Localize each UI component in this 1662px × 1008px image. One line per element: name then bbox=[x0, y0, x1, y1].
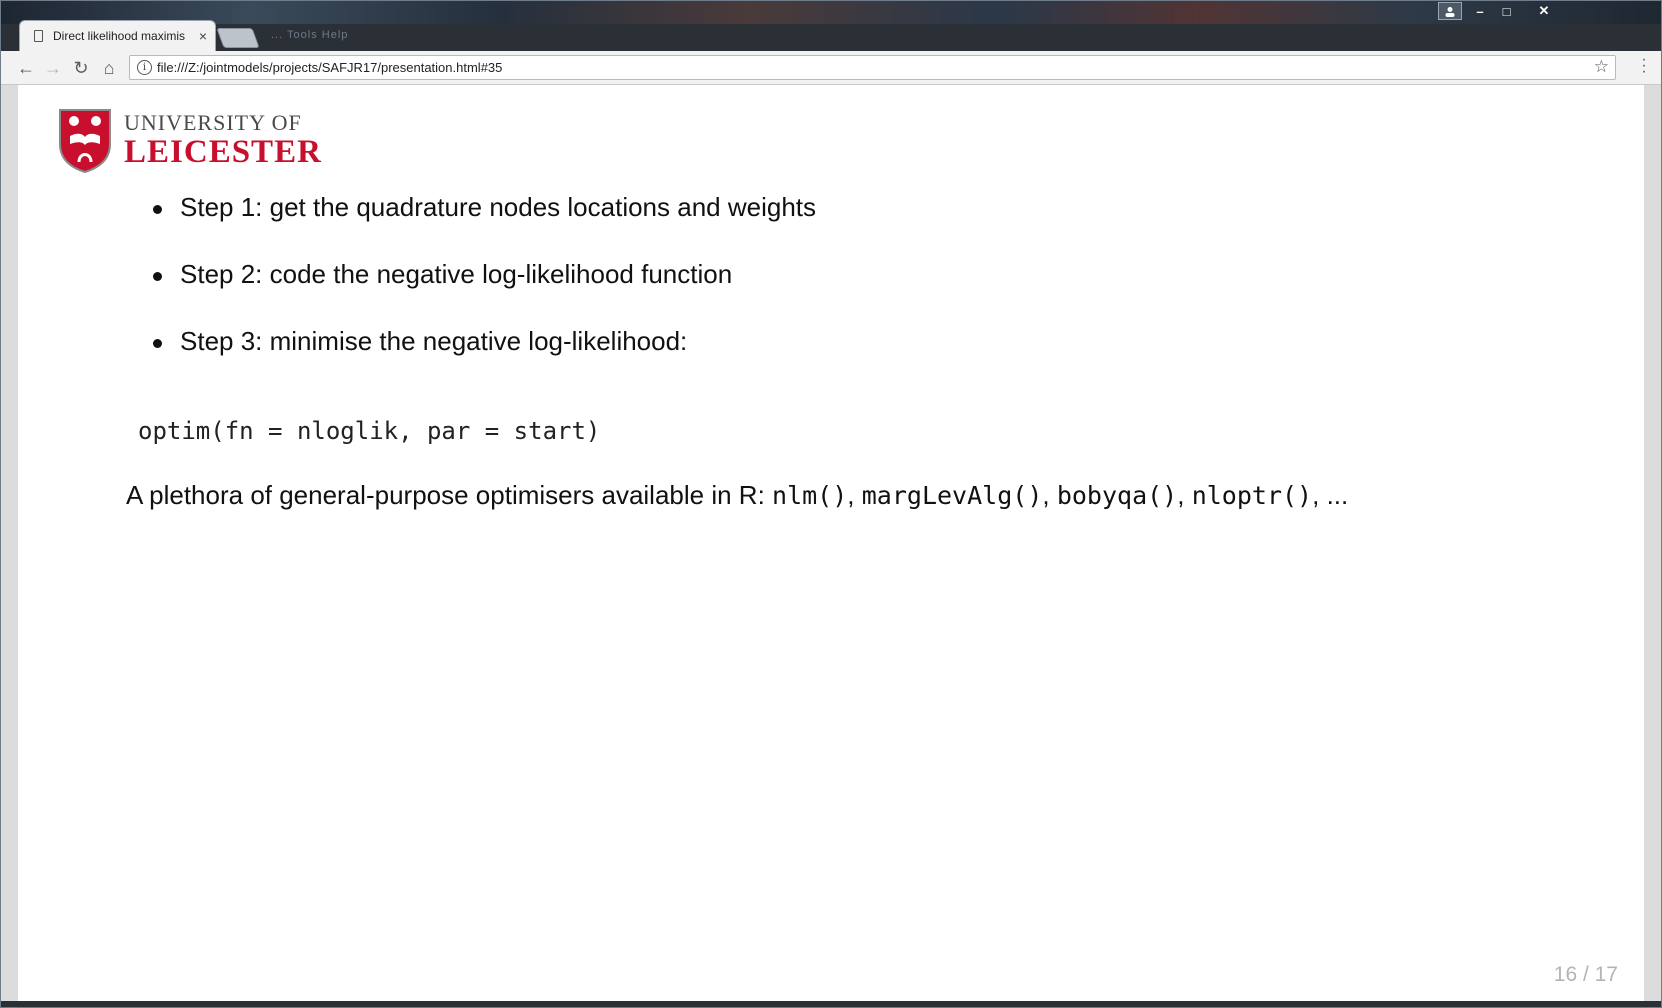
university-logo: UNIVERSITY OF LEICESTER bbox=[58, 108, 322, 173]
optimisers-paragraph: A plethora of general-purpose optimisers… bbox=[126, 480, 1348, 511]
optimiser-name: margLevAlg() bbox=[861, 481, 1043, 510]
paragraph-prefix: A plethora of general-purpose optimisers… bbox=[126, 480, 773, 510]
steps-list: Step 1: get the quadrature nodes locatio… bbox=[153, 192, 816, 393]
background-menu-text: ... Tools Help bbox=[271, 29, 349, 41]
list-item: Step 2: code the negative log-likelihood… bbox=[153, 259, 816, 326]
separator: , bbox=[847, 480, 862, 510]
optimiser-name: nloptr() bbox=[1191, 481, 1313, 510]
optimiser-name: nlm() bbox=[772, 481, 848, 510]
tab-active[interactable]: Direct likelihood maximis × bbox=[19, 20, 216, 51]
code-block: optim(fn = nloglik, par = start) bbox=[138, 417, 601, 445]
logo-line-1: UNIVERSITY OF bbox=[124, 110, 302, 135]
page-viewport: UNIVERSITY OF LEICESTER Step 1: get the … bbox=[18, 85, 1644, 1001]
optimiser-name: bobyqa() bbox=[1056, 481, 1178, 510]
info-icon[interactable]: i bbox=[137, 60, 152, 75]
slide: UNIVERSITY OF LEICESTER Step 1: get the … bbox=[18, 85, 1644, 1001]
logo-line-2: LEICESTER bbox=[124, 134, 322, 170]
home-icon[interactable]: ⌂ bbox=[98, 57, 120, 79]
back-arrow-icon[interactable]: ← bbox=[15, 57, 37, 79]
page-icon bbox=[34, 30, 43, 42]
menu-dots-icon[interactable]: · · · bbox=[1641, 52, 1647, 80]
bookmark-star-icon[interactable]: ☆ bbox=[1594, 57, 1609, 77]
reload-icon[interactable]: ↻ bbox=[70, 57, 92, 79]
page-margin-left bbox=[1, 85, 18, 1001]
paragraph-suffix: , ... bbox=[1312, 480, 1349, 510]
list-item: Step 1: get the quadrature nodes locatio… bbox=[153, 192, 816, 259]
university-shield-icon bbox=[59, 109, 111, 173]
close-tab-icon[interactable]: × bbox=[199, 28, 207, 44]
address-bar[interactable]: i file:///Z:/jointmodels/projects/SAFJR1… bbox=[129, 55, 1616, 80]
slide-counter: 16 / 17 bbox=[1553, 963, 1618, 986]
browser-window: – □ ✕ Direct likelihood maximis × ... To… bbox=[0, 0, 1662, 1008]
browser-chrome: – □ ✕ Direct likelihood maximis × ... To… bbox=[1, 1, 1661, 89]
tab-strip: Direct likelihood maximis × ... Tools He… bbox=[1, 15, 1661, 51]
forward-arrow-icon[interactable]: → bbox=[42, 57, 64, 79]
separator: , bbox=[1177, 480, 1192, 510]
new-tab-button[interactable] bbox=[216, 28, 260, 48]
url-text[interactable]: file:///Z:/jointmodels/projects/SAFJR17/… bbox=[157, 60, 502, 75]
tab-title: Direct likelihood maximis bbox=[53, 29, 186, 43]
list-item: Step 3: minimise the negative log-likeli… bbox=[153, 326, 816, 393]
page-margin-right bbox=[1644, 85, 1661, 1001]
browser-toolbar: ← → ↻ ⌂ i file:///Z:/jointmodels/project… bbox=[1, 51, 1661, 85]
separator: , bbox=[1042, 480, 1057, 510]
